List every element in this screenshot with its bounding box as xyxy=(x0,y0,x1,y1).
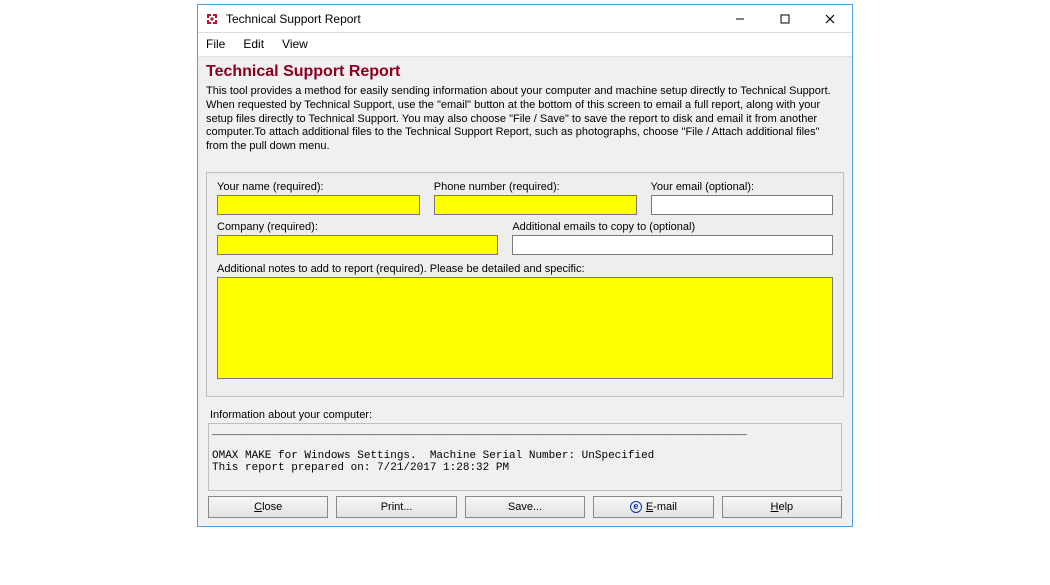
email-button-label: E-mail xyxy=(646,501,677,513)
save-button-label: Save... xyxy=(508,501,542,513)
window-title: Technical Support Report xyxy=(226,12,361,26)
close-button[interactable]: Close xyxy=(208,496,328,518)
close-button-label: Close xyxy=(254,501,282,513)
app-window: Technical Support Report File Edit View … xyxy=(197,4,853,527)
email-icon: e xyxy=(630,501,642,513)
menu-view[interactable]: View xyxy=(278,35,312,53)
phone-input[interactable] xyxy=(434,195,637,215)
name-input[interactable] xyxy=(217,195,420,215)
intro-text: This tool provides a method for easily s… xyxy=(206,85,844,154)
print-button-label: Print... xyxy=(381,501,413,513)
close-window-button[interactable] xyxy=(807,5,852,33)
content-area: Technical Support Report This tool provi… xyxy=(198,57,852,526)
info-panel: Information about your computer: xyxy=(206,405,844,494)
menubar: File Edit View xyxy=(198,33,852,57)
info-textarea[interactable] xyxy=(208,423,842,491)
email-input[interactable] xyxy=(651,195,833,215)
notes-textarea[interactable] xyxy=(217,277,833,379)
help-button-label: Help xyxy=(771,501,794,513)
cc-input[interactable] xyxy=(512,235,833,255)
form-panel: Your name (required): Phone number (requ… xyxy=(206,172,844,397)
info-label: Information about your computer: xyxy=(210,409,842,421)
menu-file[interactable]: File xyxy=(202,35,229,53)
email-label: Your email (optional): xyxy=(651,181,833,193)
app-icon xyxy=(204,11,220,27)
save-button[interactable]: Save... xyxy=(465,496,585,518)
cc-label: Additional emails to copy to (optional) xyxy=(512,221,833,233)
help-button[interactable]: Help xyxy=(722,496,842,518)
maximize-button[interactable] xyxy=(762,5,807,33)
phone-label: Phone number (required): xyxy=(434,181,637,193)
minimize-button[interactable] xyxy=(717,5,762,33)
print-button[interactable]: Print... xyxy=(336,496,456,518)
page-title: Technical Support Report xyxy=(206,63,844,81)
name-label: Your name (required): xyxy=(217,181,420,193)
company-label: Company (required): xyxy=(217,221,498,233)
titlebar: Technical Support Report xyxy=(198,5,852,33)
button-row: Close Print... Save... e E-mail Help xyxy=(206,494,844,518)
email-button[interactable]: e E-mail xyxy=(593,496,713,518)
notes-label: Additional notes to add to report (requi… xyxy=(217,263,833,275)
company-input[interactable] xyxy=(217,235,498,255)
menu-edit[interactable]: Edit xyxy=(239,35,268,53)
